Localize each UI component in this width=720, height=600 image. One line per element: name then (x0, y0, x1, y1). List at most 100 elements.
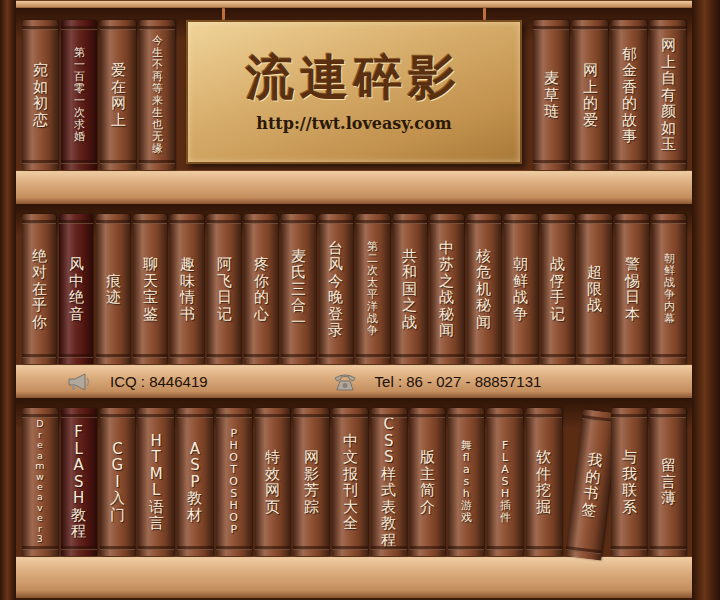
book-title[interactable]: 网影芳踪 (304, 449, 319, 515)
book[interactable]: 趣味情书 (170, 214, 204, 364)
book-title[interactable]: 绝对在乎你 (32, 248, 47, 331)
book-title[interactable]: 风中绝音 (69, 256, 84, 322)
book[interactable]: CSS样式表教程 (371, 408, 407, 556)
book-title[interactable]: 警惕日本 (625, 256, 640, 322)
book-title[interactable]: CGI 入门 (110, 441, 125, 524)
book-title[interactable]: 第二次太平洋战争 (367, 241, 378, 338)
book[interactable]: 核危机秘闻 (467, 214, 501, 364)
book[interactable]: 疼你的心 (244, 214, 278, 364)
book-title[interactable]: 核危机秘闻 (476, 248, 491, 331)
book-title[interactable]: 第一百零一次求婚 (74, 47, 85, 144)
book[interactable]: 郁金香的故事 (611, 20, 647, 170)
book-title[interactable]: 舞 flash 游戏 (461, 440, 472, 525)
book-title[interactable]: 网上自有颜如玉 (661, 37, 676, 153)
book[interactable]: 网上的爱 (572, 20, 608, 170)
book-title[interactable]: 麦氏三合一 (291, 248, 306, 331)
book-title[interactable]: 共和国之战 (402, 248, 417, 331)
book-title[interactable]: 我的书签 (580, 451, 603, 518)
book[interactable]: 痕迹 (96, 214, 130, 364)
book[interactable]: 超限战 (578, 214, 612, 364)
book-title[interactable]: Dreamweaver 3 (35, 419, 45, 544)
book[interactable]: 中文报刊大全 (332, 408, 368, 556)
book[interactable]: 阿飞日记 (207, 214, 241, 364)
book-title[interactable]: 今生不再等来生也无缘 (152, 35, 163, 156)
book[interactable]: 共和国之战 (393, 214, 427, 364)
book-title[interactable]: 朝鲜战争内幕 (664, 253, 675, 326)
book[interactable]: 台风今晚登录 (319, 214, 353, 364)
book-title[interactable]: 软件挖掘 (536, 449, 551, 515)
book[interactable]: CGI 入门 (100, 408, 136, 556)
tel-contact: Tel : 86 - 027 - 88857131 (333, 372, 542, 392)
shelf-plank (16, 170, 692, 204)
book-title[interactable]: FLASH 插件 (500, 440, 511, 525)
book-title[interactable]: 超限战 (587, 264, 602, 314)
sign-string (222, 8, 225, 20)
bottom-shelf: Dreamweaver 3 FLASH 教程 CGI 入门 HTML语言 ASP 教材 P… (16, 398, 692, 556)
book[interactable]: 宛如初恋 (22, 20, 58, 170)
book-title[interactable]: 宛如初恋 (33, 62, 48, 128)
book[interactable]: 朝鲜战争 (504, 214, 538, 364)
book-title[interactable]: PHOTOSHOP (228, 428, 239, 537)
book-title[interactable]: 中文报刊大全 (343, 433, 358, 532)
site-title: 流連碎影 (246, 51, 462, 104)
site-url[interactable]: http://twt.loveasy.com (256, 114, 451, 133)
book[interactable]: 网影芳踪 (293, 408, 329, 556)
book[interactable]: HTML语言 (138, 408, 174, 556)
book[interactable]: Dreamweaver 3 (22, 408, 58, 556)
book[interactable]: 警惕日本 (615, 214, 649, 364)
book-title[interactable]: 爱在网上 (111, 62, 126, 128)
book-title[interactable]: 趣味情书 (180, 256, 195, 322)
book[interactable]: 今生不再等来生也无缘 (139, 20, 175, 170)
book[interactable]: 朝鲜战争内幕 (652, 214, 686, 364)
book[interactable]: 网上自有颜如玉 (650, 20, 686, 170)
book[interactable]: 战俘手记 (541, 214, 575, 364)
book-title[interactable]: 网上的爱 (583, 62, 598, 128)
megaphone-icon (66, 372, 92, 392)
book-title[interactable]: HTML语言 (149, 433, 164, 532)
book-title[interactable]: 阿飞日记 (217, 256, 232, 322)
left-post (0, 0, 16, 600)
book-title[interactable]: 聊天宝鉴 (143, 256, 158, 322)
book-title[interactable]: ASP 教材 (187, 441, 202, 524)
right-post (692, 0, 720, 600)
book-title[interactable]: 麦草琏 (544, 70, 559, 120)
sign-strings (186, 8, 522, 20)
book[interactable]: 与我联系 (611, 408, 647, 556)
book-title[interactable]: 郁金香的故事 (622, 46, 637, 145)
book-title[interactable]: 与我联系 (622, 449, 637, 515)
book[interactable]: 留言薄 (650, 408, 686, 556)
book[interactable]: FLASH 插件 (487, 408, 523, 556)
book[interactable]: FLASH 教程 (61, 408, 97, 556)
book-title[interactable]: 疼你的心 (254, 256, 269, 322)
book[interactable]: 第二次太平洋战争 (356, 214, 390, 364)
book[interactable]: 舞 flash 游戏 (448, 408, 484, 556)
book-title[interactable]: 留言薄 (661, 457, 676, 507)
book[interactable]: 麦草琏 (533, 20, 569, 170)
book-title[interactable]: FLASH 教程 (71, 424, 86, 540)
book-title[interactable]: 朝鲜战争 (513, 256, 528, 322)
book-title[interactable]: 版主简介 (420, 449, 435, 515)
book-title[interactable]: 特效网页 (265, 449, 280, 515)
sign-string (483, 8, 486, 20)
book[interactable]: ASP 教材 (177, 408, 213, 556)
book[interactable]: 爱在网上 (100, 20, 136, 170)
book[interactable]: 风中绝音 (59, 214, 93, 364)
book-title[interactable]: 台风今晚登录 (328, 240, 343, 339)
book-title[interactable]: 中苏之战秘闻 (439, 240, 454, 339)
book[interactable]: 中苏之战秘闻 (430, 214, 464, 364)
book-title[interactable]: CSS样式表教程 (381, 416, 396, 548)
book-title[interactable]: 痕迹 (106, 273, 121, 306)
book[interactable]: 绝对在乎你 (22, 214, 56, 364)
book[interactable]: 软件挖掘 (526, 408, 562, 556)
book[interactable]: PHOTOSHOP (216, 408, 252, 556)
contact-plank: ICQ : 8446419 Tel : 86 - 027 - 88857131 (16, 364, 692, 398)
book[interactable]: 聊天宝鉴 (133, 214, 167, 364)
book[interactable]: 我的书签 (565, 409, 619, 560)
book[interactable]: 版主简介 (410, 408, 446, 556)
book[interactable]: 特效网页 (255, 408, 291, 556)
icq-contact: ICQ : 8446419 (66, 372, 208, 392)
book[interactable]: 第一百零一次求婚 (61, 20, 97, 170)
book[interactable]: 麦氏三合一 (281, 214, 315, 364)
book-title[interactable]: 战俘手记 (550, 256, 565, 322)
site-sign: 流連碎影 http://twt.loveasy.com (178, 8, 530, 170)
